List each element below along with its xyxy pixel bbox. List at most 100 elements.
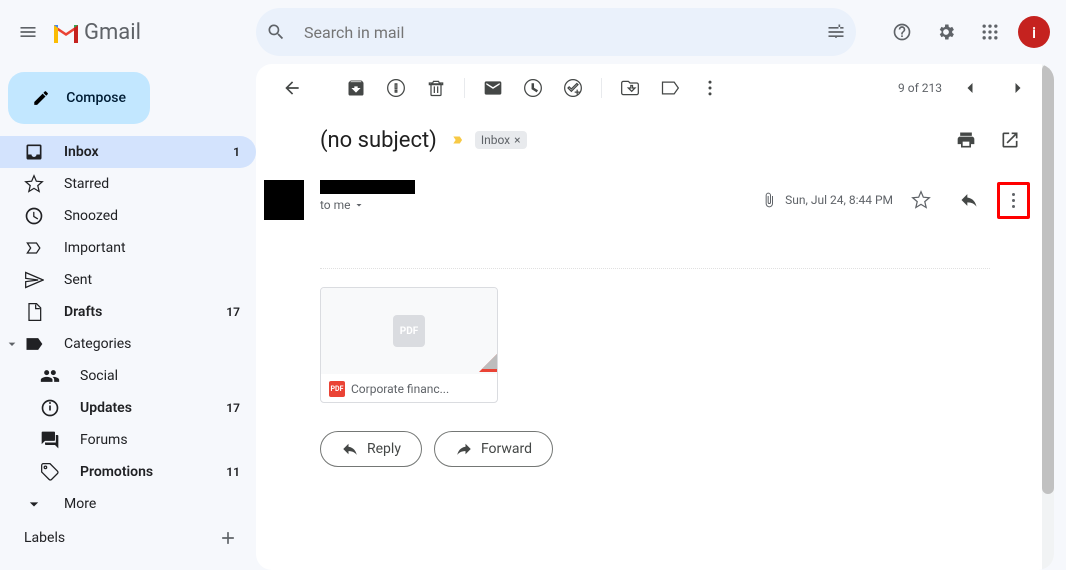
- info-icon: [40, 398, 60, 418]
- next-message-button[interactable]: [998, 68, 1038, 108]
- settings-icon[interactable]: [926, 12, 966, 52]
- open-new-window-button[interactable]: [990, 120, 1030, 160]
- message-header: to me Sun, Jul 24, 8:44 PM: [256, 168, 1054, 220]
- sidebar-item-promotions[interactable]: Promotions 11: [0, 456, 256, 488]
- print-button[interactable]: [946, 120, 986, 160]
- recipient-line[interactable]: to me: [320, 198, 761, 212]
- nav-count: 17: [226, 401, 240, 415]
- sidebar-item-updates[interactable]: Updates 17: [0, 392, 256, 424]
- scrollbar-thumb[interactable]: [1042, 64, 1054, 494]
- compose-label: Compose: [66, 90, 126, 106]
- account-avatar[interactable]: i: [1018, 16, 1050, 48]
- delete-button[interactable]: [416, 68, 456, 108]
- nav-count: 1: [233, 145, 240, 159]
- message-panel: 9 of 213 (no subject) Inbox × to me: [256, 64, 1054, 570]
- main-menu-button[interactable]: [8, 12, 48, 52]
- pdf-placeholder-icon: PDF: [393, 315, 425, 347]
- search-input[interactable]: [296, 23, 816, 42]
- close-icon[interactable]: ×: [514, 133, 520, 147]
- sidebar-item-forums[interactable]: Forums: [0, 424, 256, 456]
- reply-icon-button[interactable]: [949, 180, 989, 220]
- attachment-icon: [761, 192, 777, 208]
- forums-icon: [40, 430, 60, 450]
- search-bar[interactable]: [256, 8, 856, 56]
- promo-icon: [40, 462, 60, 482]
- nav-label: Starred: [64, 176, 109, 192]
- more-message-actions-button[interactable]: [1002, 187, 1025, 214]
- archive-button[interactable]: [336, 68, 376, 108]
- sidebar-item-social[interactable]: Social: [0, 360, 256, 392]
- nav-label: Inbox: [64, 144, 99, 160]
- message-date: Sun, Jul 24, 8:44 PM: [785, 193, 893, 207]
- subject-text: (no subject): [320, 128, 437, 153]
- reply-icon: [341, 440, 359, 458]
- nav-label: Snoozed: [64, 208, 118, 224]
- nav-label: Social: [80, 368, 118, 384]
- social-icon: [40, 366, 60, 386]
- search-icon[interactable]: [256, 12, 296, 52]
- sidebar-item-starred[interactable]: Starred: [0, 168, 256, 200]
- sender-avatar[interactable]: [264, 180, 304, 220]
- spam-button[interactable]: [376, 68, 416, 108]
- nav-count: 17: [226, 305, 240, 319]
- sidebar-item-snoozed[interactable]: Snoozed: [0, 200, 256, 232]
- reply-button[interactable]: Reply: [320, 431, 422, 467]
- sidebar-item-categories[interactable]: Categories: [0, 328, 256, 360]
- message-position: 9 of 213: [898, 81, 942, 95]
- scrollbar[interactable]: [1042, 64, 1054, 570]
- chevron-down-icon: [24, 494, 44, 514]
- pencil-icon: [32, 88, 50, 108]
- labels-title: Labels: [24, 530, 65, 546]
- important-marker-icon[interactable]: [449, 133, 467, 147]
- forward-icon: [455, 440, 473, 458]
- compose-button[interactable]: Compose: [8, 72, 150, 124]
- apps-icon[interactable]: [970, 12, 1010, 52]
- chip-label: Inbox: [481, 133, 510, 147]
- prev-message-button[interactable]: [950, 68, 990, 108]
- attachment-preview: PDF: [321, 288, 497, 374]
- sidebar-item-sent[interactable]: Sent: [0, 264, 256, 296]
- gmail-logo[interactable]: Gmail: [52, 20, 260, 45]
- sender-name-redacted: [320, 180, 415, 194]
- star-message-button[interactable]: [901, 180, 941, 220]
- app-name: Gmail: [84, 20, 141, 45]
- attachment-filename: Corporate financ...: [351, 382, 449, 396]
- star-icon: [24, 174, 44, 194]
- mark-unread-button[interactable]: [473, 68, 513, 108]
- draft-icon: [24, 302, 44, 322]
- inbox-icon: [24, 142, 44, 162]
- add-label-button[interactable]: [216, 526, 240, 550]
- inbox-chip[interactable]: Inbox ×: [475, 131, 527, 149]
- labels-button[interactable]: [650, 68, 690, 108]
- pdf-badge-icon: PDF: [329, 381, 345, 397]
- labels-header: Labels: [0, 520, 256, 550]
- sidebar-item-inbox[interactable]: Inbox 1: [0, 136, 256, 168]
- sidebar-item-drafts[interactable]: Drafts 17: [0, 296, 256, 328]
- forward-button[interactable]: Forward: [434, 431, 553, 467]
- sidebar-item-more[interactable]: More: [0, 488, 256, 520]
- add-task-button[interactable]: [553, 68, 593, 108]
- more-message-actions-highlight: [997, 182, 1030, 219]
- chevron-down-icon: [353, 199, 365, 211]
- header-right: i: [882, 12, 1058, 52]
- back-button[interactable]: [272, 68, 312, 108]
- sidebar-item-important[interactable]: Important: [0, 232, 256, 264]
- clock-icon: [24, 206, 44, 226]
- app-header: Gmail i: [0, 0, 1066, 64]
- send-icon: [24, 270, 44, 290]
- nav-label: Categories: [64, 336, 131, 352]
- search-options-icon[interactable]: [816, 12, 856, 52]
- chevron-down-icon[interactable]: [4, 336, 20, 352]
- attachment-card[interactable]: PDF PDF Corporate financ...: [320, 287, 498, 403]
- nav-label: Forums: [80, 432, 128, 448]
- nav-count: 11: [226, 465, 240, 479]
- move-button[interactable]: [610, 68, 650, 108]
- more-toolbar-button[interactable]: [690, 68, 730, 108]
- message-toolbar: 9 of 213: [256, 64, 1054, 112]
- important-icon: [24, 238, 44, 258]
- nav-label: Sent: [64, 272, 92, 288]
- support-icon[interactable]: [882, 12, 922, 52]
- snooze-button[interactable]: [513, 68, 553, 108]
- attachment-area: PDF PDF Corporate financ...: [256, 287, 1054, 431]
- nav-label: Promotions: [80, 464, 153, 480]
